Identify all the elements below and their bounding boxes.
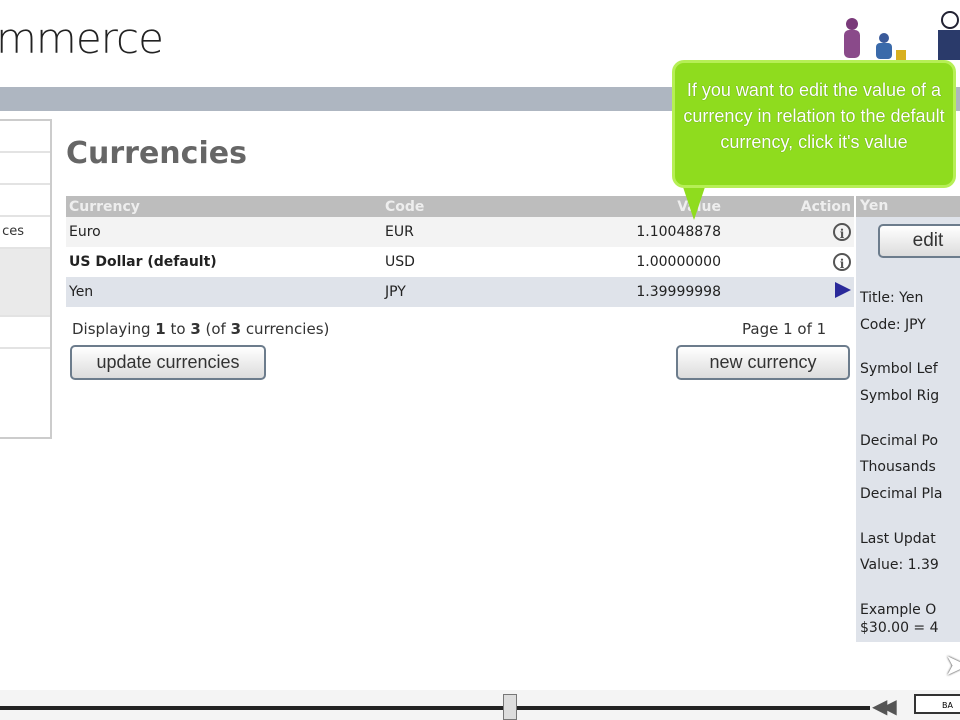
column-code[interactable]: Code xyxy=(382,196,508,217)
currency-code: JPY xyxy=(382,277,508,307)
info-line: Decimal Pla xyxy=(860,486,943,502)
info-line: Symbol Lef xyxy=(860,361,938,377)
player-control-box[interactable]: BA xyxy=(914,694,960,714)
seek-handle[interactable] xyxy=(502,694,517,720)
info-line: Title: Yen xyxy=(860,290,924,306)
page-indicator: Page 1 of 1 xyxy=(742,320,827,338)
logo: mmerce xyxy=(0,14,164,63)
video-player-bar xyxy=(0,690,960,720)
sidebar-item-selected[interactable] xyxy=(0,249,50,317)
info-line: Value: 1.39 xyxy=(860,557,939,573)
currency-code: USD xyxy=(382,247,508,277)
currency-value[interactable]: 1.39999998 xyxy=(508,277,724,307)
table-row[interactable]: US Dollar (default) USD 1.00000000 i xyxy=(66,247,854,277)
sidebar: ces xyxy=(0,119,52,439)
sidebar-item[interactable] xyxy=(0,121,50,153)
label: (of xyxy=(200,320,231,338)
update-currencies-button[interactable]: update currencies xyxy=(70,345,266,380)
total: 3 xyxy=(230,320,242,338)
label: to xyxy=(165,320,191,338)
panel-heading: Yen xyxy=(856,196,960,217)
info-line: Last Updat xyxy=(860,531,936,547)
currency-name: Yen xyxy=(66,277,382,307)
column-action: Action xyxy=(724,196,854,217)
sidebar-item[interactable] xyxy=(0,153,50,185)
table-header: Currency Code Value Action xyxy=(66,196,854,217)
sidebar-item[interactable] xyxy=(0,185,50,217)
page-title: Currencies xyxy=(66,136,247,171)
info-line: Code: JPY xyxy=(860,317,926,333)
table-row-selected[interactable]: Yen JPY 1.39999998 xyxy=(66,277,854,307)
new-currency-button[interactable]: new currency xyxy=(676,345,850,380)
action-cell: i xyxy=(724,217,854,247)
displaying-text: Displaying 1 to 3 (of 3 currencies) xyxy=(72,320,329,338)
action-cell: i xyxy=(724,247,854,277)
decorative-figures-icon xyxy=(844,11,960,60)
tutorial-tooltip: If you want to edit the value of a curre… xyxy=(672,60,956,188)
info-line: Example O xyxy=(860,602,937,618)
currency-name: Euro xyxy=(66,217,382,247)
info-line: Thousands xyxy=(860,459,936,475)
action-cell xyxy=(724,277,854,307)
column-currency[interactable]: Currency xyxy=(66,196,382,217)
label: Displaying xyxy=(72,320,156,338)
tooltip-pointer xyxy=(682,184,706,220)
info-icon[interactable]: i xyxy=(833,252,851,271)
currency-code: EUR xyxy=(382,217,508,247)
from: 1 xyxy=(155,320,166,338)
info-line: $30.00 = 4 xyxy=(860,620,939,636)
label: currencies) xyxy=(241,320,330,338)
info-line: Symbol Rig xyxy=(860,388,940,404)
seek-track[interactable] xyxy=(0,706,870,710)
table-row[interactable]: Euro EUR 1.10048878 i xyxy=(66,217,854,247)
currencies-table: Currency Code Value Action Euro EUR 1.10… xyxy=(66,196,854,307)
info-line: Decimal Po xyxy=(860,433,939,449)
sidebar-item[interactable] xyxy=(0,317,50,349)
currency-value[interactable]: 1.10048878 xyxy=(508,217,724,247)
selected-arrow-icon xyxy=(835,282,851,298)
currency-info-panel: Yen edit Title: Yen Code: JPY Symbol Lef… xyxy=(856,196,960,642)
sidebar-item[interactable]: ces xyxy=(0,217,50,249)
mouse-cursor-icon: ➤ xyxy=(944,648,960,683)
currency-name: US Dollar (default) xyxy=(66,247,382,277)
currency-value[interactable]: 1.00000000 xyxy=(508,247,724,277)
rewind-icon[interactable]: ◀◀ xyxy=(872,694,897,718)
info-icon[interactable]: i xyxy=(833,222,851,241)
edit-button[interactable]: edit xyxy=(878,224,960,258)
to: 3 xyxy=(190,320,201,338)
